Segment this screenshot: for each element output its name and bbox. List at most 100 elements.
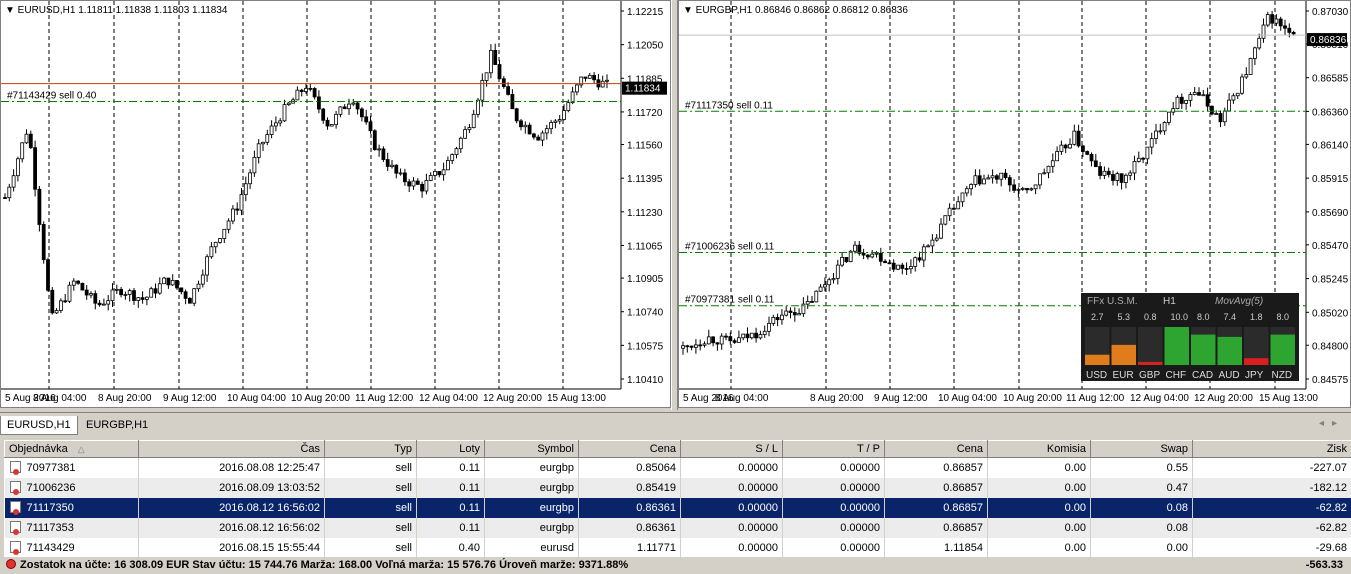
candle-body — [106, 300, 111, 305]
chart-window-eurgbp[interactable]: 0.870300.868100.865850.863600.861400.859… — [678, 0, 1351, 408]
table-cell: 0.11 — [416, 517, 485, 538]
table-row[interactable]: 71117353 2016.08.12 16:56:02 sell 0.11 eurgb… — [4, 517, 1351, 538]
candle-body — [964, 188, 969, 194]
chart-splitter[interactable] — [671, 0, 678, 410]
candle-body — [1123, 174, 1128, 183]
candle-body — [140, 297, 145, 300]
candle-body — [1244, 74, 1249, 78]
candle-body — [557, 119, 562, 122]
column-header[interactable]: Zisk — [1192, 440, 1351, 458]
candle-body — [37, 188, 42, 225]
indicator-currency: EUR — [1113, 370, 1134, 381]
column-header[interactable]: Cena — [578, 440, 681, 458]
candle-body — [1033, 184, 1038, 190]
candle-body — [321, 108, 326, 121]
candle-body — [1231, 95, 1236, 101]
summary-total: -563.33 — [1305, 559, 1343, 571]
table-row[interactable]: 71006236 2016.08.09 13:03:52 sell 0.11 eurgb… — [4, 477, 1351, 498]
column-header[interactable]: Typ — [324, 440, 417, 458]
column-header[interactable]: Loty — [416, 440, 485, 458]
column-header[interactable]: Symbol — [484, 440, 579, 458]
tab-eurusd[interactable]: EURUSD,H1 — [0, 416, 78, 435]
candle-body — [1283, 25, 1287, 29]
order-label: #71006236 sell 0.11 — [685, 241, 775, 252]
candle-body — [745, 333, 750, 339]
candle-body — [1029, 188, 1034, 191]
candle-body — [394, 164, 399, 174]
candle-body — [54, 310, 59, 314]
chart-window-eurusd[interactable]: 1.12215 1.12050 1.11885 1.11720 1.11560 1.113… — [0, 0, 671, 408]
candle-body — [878, 252, 883, 262]
candle-body — [71, 280, 76, 286]
candle-body — [532, 133, 536, 138]
candle-body — [1093, 160, 1098, 167]
table-row[interactable]: 70977381 2016.08.08 12:25:47 sell 0.11 eurgb… — [4, 457, 1351, 478]
candle-body — [149, 288, 154, 298]
cell-value: 0.86857 — [943, 481, 983, 494]
table-cell: -227.07 — [1192, 457, 1351, 478]
candle-body — [874, 252, 879, 255]
table-cell: 0.86361 — [578, 497, 681, 518]
candle-body — [424, 180, 429, 192]
time-tick-label: 12 Aug 20:00 — [483, 393, 542, 404]
table-cell: 1.11771 — [578, 537, 681, 558]
table-cell: 0.11 — [416, 477, 485, 498]
candle-body — [973, 175, 978, 185]
candle-body — [921, 246, 926, 261]
cell-value: 0.00000 — [840, 521, 880, 534]
time-tick-label: 8 Aug 20:00 — [98, 393, 152, 404]
candle-body — [205, 256, 210, 276]
column-header[interactable]: Swap — [1090, 440, 1193, 458]
candle-body — [454, 148, 459, 155]
candle-body — [575, 84, 579, 93]
price-tick-label: 1.11395 — [627, 174, 663, 185]
candle-body — [1042, 172, 1047, 175]
candle-body — [235, 208, 240, 211]
candle-body — [788, 310, 793, 313]
table-row[interactable]: 71143429 2016.08.15 15:55:44 sell 0.40 eurus… — [4, 537, 1351, 558]
tab-scroll-arrows[interactable]: ◂▸ — [1319, 418, 1345, 429]
candle-body — [887, 262, 892, 265]
time-tick-label: 10 Aug 20:00 — [291, 393, 350, 404]
column-header-label: Objednávka — [9, 443, 68, 455]
table-cell: 0.47 — [1090, 477, 1193, 498]
candle-body — [364, 116, 369, 123]
cell-value: 0.08 — [1166, 501, 1188, 514]
candle-body — [282, 104, 287, 122]
cell-value: 0.00000 — [738, 481, 778, 494]
candle-body — [728, 336, 733, 342]
column-header[interactable]: Čas — [138, 440, 325, 458]
column-header[interactable]: Objednávka △ — [4, 440, 139, 458]
column-header[interactable]: Komisia — [987, 440, 1091, 458]
candle-body — [861, 252, 866, 256]
tab-eurgbp[interactable]: EURGBP,H1 — [80, 416, 156, 435]
candle-body — [711, 336, 715, 344]
candle-body — [329, 124, 334, 127]
table-cell: 71117353 — [4, 517, 139, 538]
candle-body — [7, 186, 12, 199]
price-tick-label: 0.86585 — [1312, 74, 1349, 85]
candle-body — [805, 301, 810, 305]
table-cell: 0.00 — [987, 457, 1091, 478]
table-cell: 0.85419 — [578, 477, 681, 498]
table-row[interactable]: 71117350 2016.08.12 16:56:02 sell 0.11 eurgb… — [4, 497, 1351, 518]
indicator-value: 7.4 — [1224, 312, 1237, 322]
table-cell: 0.86857 — [884, 497, 988, 518]
candle-body — [951, 207, 956, 210]
candle-body — [698, 344, 703, 347]
column-header-label: Zisk — [1326, 443, 1347, 455]
candle-body — [1025, 187, 1029, 191]
table-cell: 0.00000 — [782, 477, 885, 498]
price-tick-label: 0.86360 — [1312, 107, 1349, 118]
candle-body — [853, 244, 857, 252]
table-body: 70977381 2016.08.08 12:25:47 sell 0.11 eurgb… — [4, 457, 1351, 558]
sell-order-icon — [9, 481, 21, 495]
column-header[interactable]: S / L — [680, 440, 783, 458]
column-header[interactable]: Cena — [884, 440, 988, 458]
candle-body — [715, 342, 720, 345]
summary-text: Zostatok na účte: 16 308.09 EUR Stav účt… — [20, 559, 629, 571]
column-header[interactable]: T / P — [782, 440, 885, 458]
table-cell: 0.55 — [1090, 457, 1193, 478]
candle-body — [926, 245, 931, 248]
candle-body — [497, 64, 502, 80]
